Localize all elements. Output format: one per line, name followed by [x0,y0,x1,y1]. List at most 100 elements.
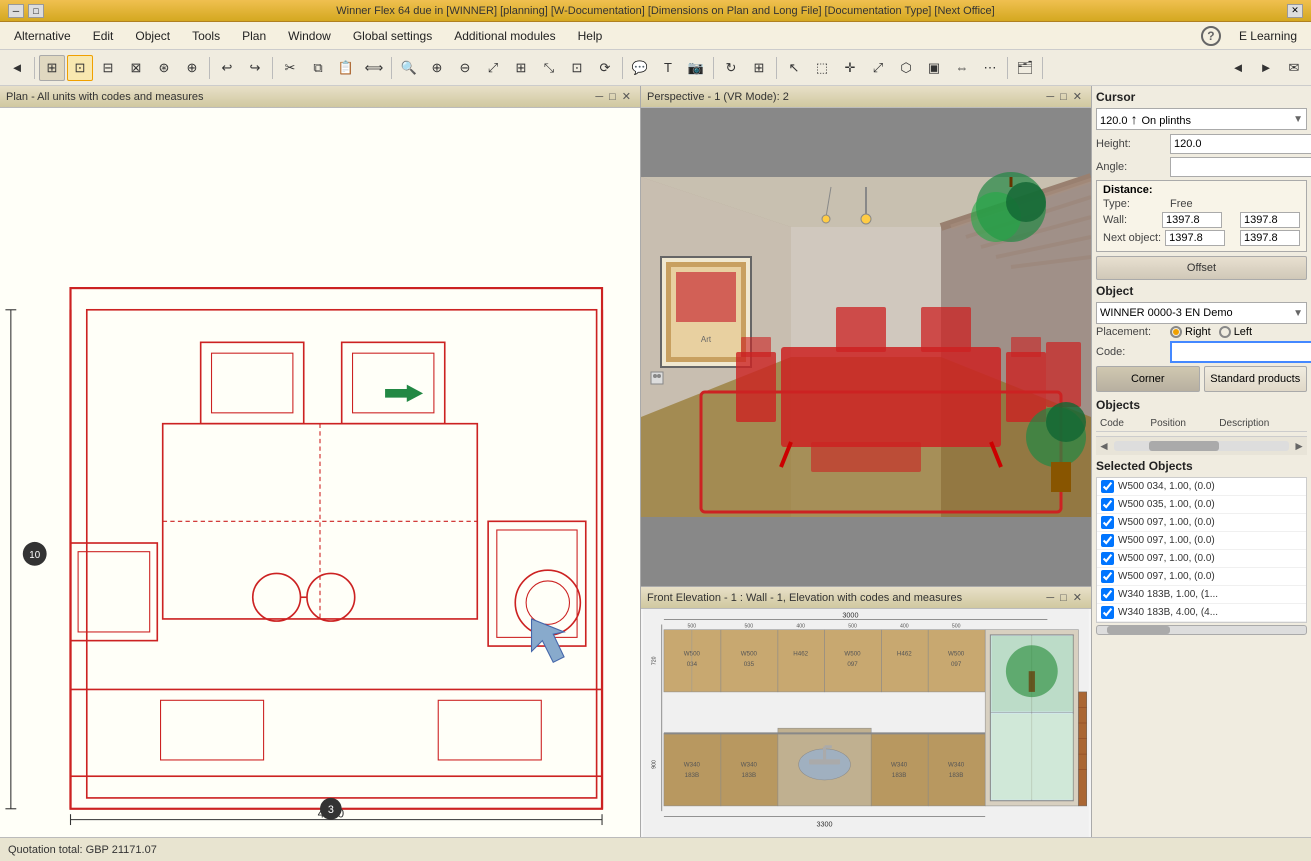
catalog-button[interactable]: 🗂 [1012,55,1038,81]
persp-minimize[interactable]: ─ [1043,91,1057,103]
copy-button[interactable]: ⧉ [305,55,331,81]
selected-item-checkbox[interactable] [1101,570,1114,583]
object-dropdown-arrow: ▼ [1293,308,1303,319]
zoom-btn-3[interactable]: ⊖ [452,55,478,81]
offset-button[interactable]: Offset [1096,256,1307,280]
menu-edit[interactable]: Edit [83,26,124,46]
perspective-content[interactable]: Art [641,108,1091,586]
persp-restore[interactable]: □ [1057,91,1070,103]
cursor-mode-dropdown[interactable]: 120.0 ↑ On plinths ▼ [1096,108,1307,130]
list-item[interactable]: W500 097, 1.00, (0.0) [1097,568,1306,586]
select-button[interactable]: ↖ [781,55,807,81]
selected-item-checkbox[interactable] [1101,516,1114,529]
object-dropdown[interactable]: WINNER 0000-3 EN Demo ▼ [1096,302,1307,324]
svg-text:720: 720 [652,656,658,665]
plan-canvas[interactable]: 4000 3 10 [0,108,640,837]
paste-button[interactable]: 📋 [333,55,359,81]
zoom-btn-8[interactable]: ⟳ [592,55,618,81]
menu-window[interactable]: Window [278,26,341,46]
wall-button[interactable]: ▣ [921,55,947,81]
move-button[interactable]: ✛ [837,55,863,81]
list-item[interactable]: W500 097, 1.00, (0.0) [1097,532,1306,550]
menu-object[interactable]: Object [125,26,180,46]
close-button[interactable]: ✕ [1287,4,1303,18]
angle-input[interactable] [1170,157,1311,177]
view-btn-5[interactable]: ⊛ [151,55,177,81]
menu-plan[interactable]: Plan [232,26,276,46]
selected-item-checkbox[interactable] [1101,588,1114,601]
select-box-button[interactable]: ⬚ [809,55,835,81]
zoom-btn-4[interactable]: ⤢ [480,55,506,81]
selected-item-checkbox[interactable] [1101,606,1114,619]
zoom-btn-5[interactable]: ⊞ [508,55,534,81]
back-button[interactable]: ◄ [4,55,30,81]
code-input[interactable] [1170,341,1311,363]
elev-restore[interactable]: □ [1057,592,1070,604]
text-button[interactable]: T [655,55,681,81]
selected-item-checkbox[interactable] [1101,480,1114,493]
undo-button[interactable]: ↩ [214,55,240,81]
list-item[interactable]: W340 183B, 1.00, (1... [1097,586,1306,604]
rotate-button[interactable]: ↻ [718,55,744,81]
view-btn-3[interactable]: ⊟ [95,55,121,81]
menu-global-settings[interactable]: Global settings [343,26,442,46]
corner-button[interactable]: Corner [1096,366,1200,392]
nav-left[interactable]: ◄ [1225,55,1251,81]
zoom-btn-2[interactable]: ⊕ [424,55,450,81]
selected-objects-list[interactable]: W500 034, 1.00, (0.0)W500 035, 1.00, (0.… [1096,477,1307,623]
svg-text:097: 097 [847,661,858,668]
more-button[interactable]: ⋯ [977,55,1003,81]
comment-button[interactable]: 💬 [627,55,653,81]
menu-tools[interactable]: Tools [182,26,230,46]
selected-item-checkbox[interactable] [1101,534,1114,547]
help-icon[interactable]: ? [1201,26,1221,46]
maximize-button[interactable]: □ [28,4,44,18]
selected-item-checkbox[interactable] [1101,498,1114,511]
zoom-btn-6[interactable]: ⤡ [536,55,562,81]
list-item[interactable]: W500 097, 1.00, (0.0) [1097,514,1306,532]
zoom-btn-1[interactable]: 🔍 [396,55,422,81]
resize-button[interactable]: ⤢ [865,55,891,81]
cut-button[interactable]: ✂ [277,55,303,81]
plan-minimize[interactable]: ─ [592,91,606,103]
table-button[interactable]: ⊞ [746,55,772,81]
list-item[interactable]: W340 183B, 4.00, (4... [1097,604,1306,622]
view-btn-1[interactable]: ⊞ [39,55,65,81]
plan-titlebar: Plan - All units with codes and measures… [0,86,640,108]
nav-right[interactable]: ► [1253,55,1279,81]
menu-additional-modules[interactable]: Additional modules [444,26,565,46]
plan-restore[interactable]: □ [606,91,619,103]
plan-view[interactable]: Plan - All units with codes and measures… [0,86,640,837]
menu-help[interactable]: Help [568,26,613,46]
height-input[interactable] [1170,134,1311,154]
elev-close[interactable]: ✕ [1070,591,1085,604]
cursor-title: Cursor [1096,90,1307,104]
standard-products-button[interactable]: Standard products [1204,366,1308,392]
plan-close[interactable]: ✕ [619,90,634,103]
view-btn-2[interactable]: ⊡ [67,55,93,81]
radio-left[interactable]: Left [1219,326,1252,338]
selected-item-checkbox[interactable] [1101,552,1114,565]
minimize-button[interactable]: ─ [8,4,24,18]
mirror-button[interactable]: ⟺ [361,55,387,81]
elevation-content[interactable]: 3000 W500 034 W500 035 H462 [641,609,1091,837]
elearning-link[interactable]: E Learning [1229,26,1307,46]
menu-alternative[interactable]: Alternative [4,26,81,46]
zoom-btn-7[interactable]: ⊡ [564,55,590,81]
list-item[interactable]: W500 097, 1.00, (0.0) [1097,550,1306,568]
radio-right[interactable]: Right [1170,326,1211,338]
list-item[interactable]: W500 034, 1.00, (0.0) [1097,478,1306,496]
scroll-left-arrow[interactable]: ◄ [1098,439,1110,453]
redo-button[interactable]: ↪ [242,55,268,81]
align-button[interactable]: ⇔ [949,55,975,81]
persp-close[interactable]: ✕ [1070,90,1085,103]
scroll-right-arrow[interactable]: ► [1293,439,1305,453]
nav-mail[interactable]: ✉ [1281,55,1307,81]
view-btn-6[interactable]: ⊕ [179,55,205,81]
drag-button[interactable]: ⬡ [893,55,919,81]
view-btn-4[interactable]: ⊠ [123,55,149,81]
list-item[interactable]: W500 035, 1.00, (0.0) [1097,496,1306,514]
elev-minimize[interactable]: ─ [1043,592,1057,604]
photo-button[interactable]: 📷 [683,55,709,81]
scroll-track[interactable] [1114,441,1289,451]
